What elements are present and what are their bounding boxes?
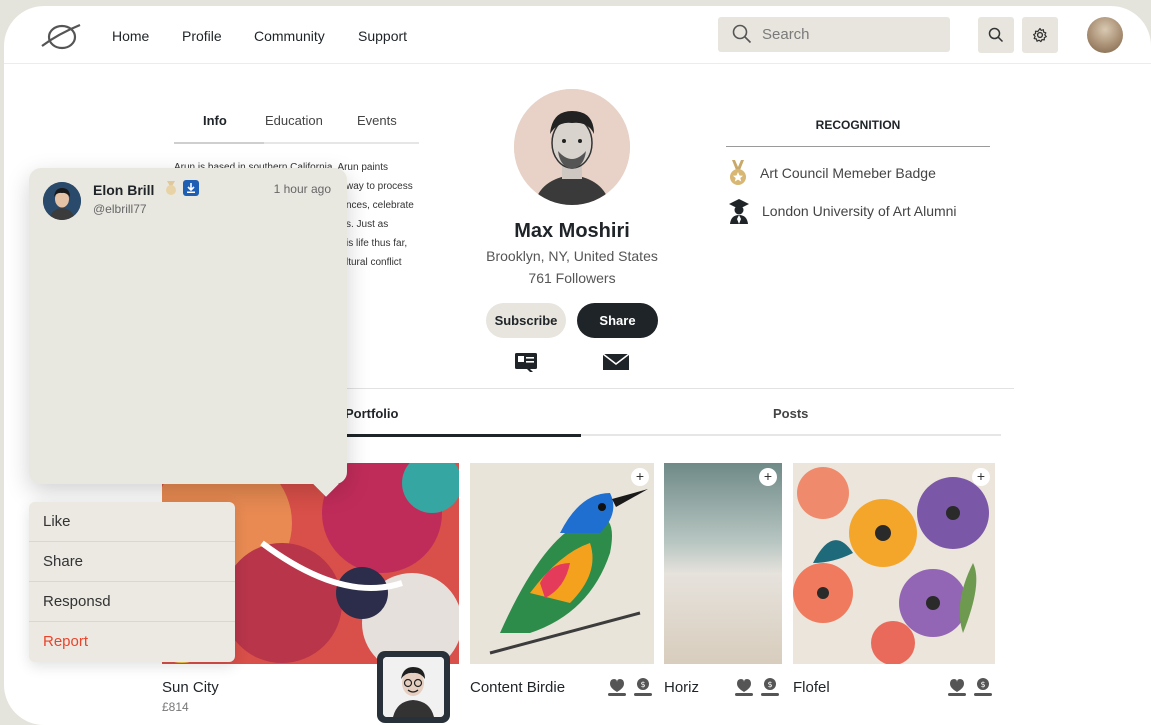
top-nav: Home Profile Community Support [4, 6, 1151, 64]
svg-text:$: $ [640, 680, 645, 689]
nav-community[interactable]: Community [254, 28, 325, 44]
nav-profile[interactable]: Profile [182, 28, 222, 44]
dollar-hand-icon[interactable]: $ [972, 676, 994, 698]
context-menu: Like Share Responsd Report [29, 502, 235, 662]
app-window: Home Profile Community Support Info [4, 6, 1151, 725]
artwork-actions: $ [733, 676, 781, 698]
add-icon[interactable]: + [759, 468, 777, 486]
user-avatar[interactable] [1087, 17, 1123, 53]
artwork-flofel[interactable]: + [793, 463, 995, 664]
popover-handle[interactable]: @elbrill77 [93, 202, 147, 216]
mail-icon[interactable] [602, 352, 630, 372]
like-hand-icon[interactable] [946, 676, 968, 698]
search-icon [988, 27, 1004, 43]
award-icon [166, 181, 176, 195]
menu-item-respond[interactable]: Responsd [29, 582, 235, 622]
floating-avatar[interactable] [377, 651, 450, 723]
recognition-divider [726, 146, 990, 147]
recognition-item: London University of Art Alumni [728, 198, 957, 224]
portrait-illustration [514, 89, 630, 205]
menu-item-like[interactable]: Like [29, 502, 235, 542]
popover-badges [163, 180, 199, 196]
profile-portrait [514, 89, 630, 205]
search-icon [732, 24, 752, 44]
artwork-image [793, 463, 995, 664]
subscribe-button[interactable]: Subscribe [486, 303, 566, 338]
artwork-title: Content Birdie [470, 679, 566, 696]
gear-icon [1033, 27, 1047, 43]
artwork-price: £814 [162, 700, 189, 714]
like-hand-icon[interactable] [733, 676, 755, 698]
tab-portfolio[interactable]: Portfolio [345, 406, 398, 421]
search-bar[interactable] [718, 17, 950, 52]
recognition-item: Art Council Memeber Badge [728, 160, 936, 186]
artwork-actions: $ [946, 676, 994, 698]
share-button[interactable]: Share [577, 303, 658, 338]
graduate-icon [729, 199, 749, 224]
tab-track [581, 434, 1001, 436]
menu-item-share[interactable]: Share [29, 542, 235, 582]
dollar-hand-icon[interactable]: $ [632, 676, 654, 698]
profile-name: Max Moshiri [514, 220, 630, 242]
avatar-image [43, 182, 81, 220]
user-popover: Elon Brill 1 hour ago @elbrill77 [29, 168, 347, 484]
profile-location: Brooklyn, NY, United States [486, 248, 658, 264]
svg-text:$: $ [980, 680, 985, 689]
recognition-label: Art Council Memeber Badge [760, 165, 936, 181]
portfolio-divider [346, 388, 1014, 389]
portfolio-tab-indicator [342, 434, 581, 437]
tab-posts[interactable]: Posts [773, 406, 808, 421]
like-hand-icon[interactable] [606, 676, 628, 698]
logo-icon[interactable] [40, 20, 82, 52]
add-icon[interactable]: + [972, 468, 990, 486]
info-tabs: Info Education Events [174, 108, 419, 144]
search-button[interactable] [978, 17, 1014, 53]
popover-name[interactable]: Elon Brill [93, 182, 154, 198]
nav-support[interactable]: Support [358, 28, 407, 44]
avatar-image [383, 657, 444, 717]
artwork-image [470, 463, 654, 664]
artwork-horiz[interactable]: + [664, 463, 782, 664]
recognition-title: RECOGNITION [815, 118, 901, 132]
svg-text:$: $ [767, 680, 772, 689]
settings-button[interactable] [1022, 17, 1058, 53]
artwork-content-birdie[interactable]: + [470, 463, 654, 664]
artwork-title: Sun City [162, 679, 219, 696]
artwork-title: Flofel [793, 679, 830, 696]
dollar-hand-icon[interactable]: $ [759, 676, 781, 698]
recognition-label: London University of Art Alumni [762, 203, 957, 219]
tab-info[interactable]: Info [203, 113, 227, 128]
artwork-image [664, 463, 782, 664]
download-badge-icon [183, 180, 199, 196]
tab-underline [174, 142, 264, 144]
tab-events[interactable]: Events [357, 113, 397, 128]
follower-count: 761 Followers [528, 270, 616, 286]
popover-time: 1 hour ago [273, 182, 331, 196]
popover-avatar[interactable] [43, 182, 81, 220]
menu-item-report[interactable]: Report [29, 622, 235, 662]
tab-education[interactable]: Education [265, 113, 323, 128]
nav-home[interactable]: Home [112, 28, 149, 44]
contact-card-icon[interactable] [514, 352, 538, 374]
search-input[interactable] [762, 17, 942, 52]
add-icon[interactable]: + [631, 468, 649, 486]
medal-icon [730, 160, 746, 185]
artwork-actions: $ [606, 676, 654, 698]
artwork-title: Horiz [664, 679, 700, 696]
